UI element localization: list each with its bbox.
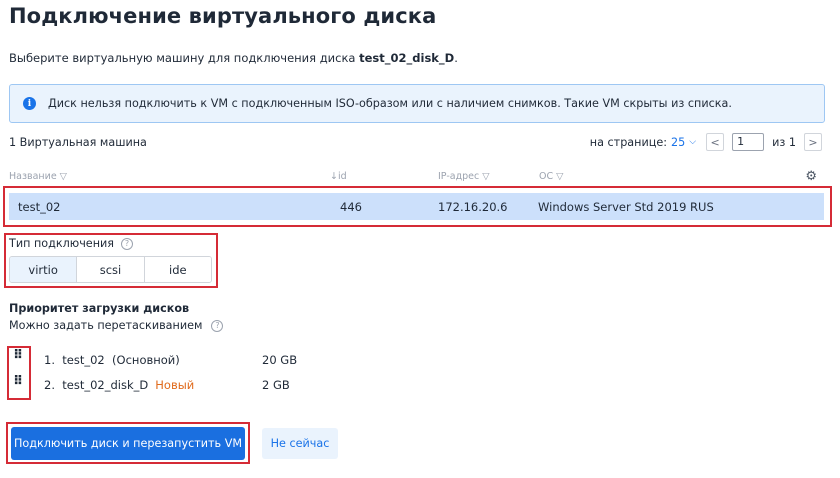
connection-type-text: Тип подключения xyxy=(9,237,115,250)
column-header-name[interactable]: Название ▽ xyxy=(9,171,67,182)
boot-priority-title: Приоритет загрузки дисков xyxy=(9,302,190,315)
cell-ip: 172.16.20.6 xyxy=(438,200,508,214)
pagination: на странице: 25 ⌵ < 1 из 1 > xyxy=(590,133,822,151)
gear-icon[interactable]: ⚙ xyxy=(805,169,817,184)
column-header-ip[interactable]: IP-адрес ▽ xyxy=(438,171,490,182)
drag-handle-icon[interactable]: ⠿ xyxy=(13,349,23,362)
drag-handle-icon[interactable]: ⠿ xyxy=(13,375,23,388)
connection-type-segmented: virtio scsi ide xyxy=(9,256,212,283)
boot-priority-hint-text: Можно задать перетаскиванием xyxy=(9,319,203,332)
page-subtitle: Выберите виртуальную машину для подключе… xyxy=(9,51,458,65)
prev-page-button[interactable]: < xyxy=(706,133,725,151)
disk-label: 2. test_02_disk_D xyxy=(44,378,149,392)
info-icon: i xyxy=(23,97,36,110)
next-page-button[interactable]: > xyxy=(804,133,822,151)
cell-id: 446 xyxy=(340,200,362,214)
connection-option-virtio[interactable]: virtio xyxy=(10,257,78,282)
subtitle-suffix: . xyxy=(454,51,458,65)
alert-text: Диск нельзя подключить к VM с подключенн… xyxy=(48,97,732,110)
attach-disk-restart-button[interactable]: Подключить диск и перезапустить VM xyxy=(11,427,245,460)
connection-type-label: Тип подключения ? xyxy=(9,237,134,250)
chevron-down-icon[interactable]: ⌵ xyxy=(689,137,696,147)
page-number-input[interactable]: 1 xyxy=(732,133,765,151)
help-icon[interactable]: ? xyxy=(211,319,224,332)
disk-label: 1. test_02 (Основной) xyxy=(44,353,180,367)
connection-option-scsi[interactable]: scsi xyxy=(77,257,145,282)
disk-item: 1. test_02 (Основной) xyxy=(44,353,180,367)
page-total: из 1 xyxy=(772,135,796,149)
subtitle-prefix: Выберите виртуальную машину для подключе… xyxy=(9,51,360,65)
new-badge: Новый xyxy=(155,378,195,392)
subtitle-disk-name: test_02_disk_D xyxy=(359,51,455,65)
table-row[interactable]: test_02 446 172.16.20.6 Windows Server S… xyxy=(9,193,824,220)
connection-option-ide[interactable]: ide xyxy=(144,257,211,282)
disk-size: 2 GB xyxy=(262,378,290,392)
column-header-id[interactable]: ↓id xyxy=(330,171,347,182)
not-now-button[interactable]: Не сейчас xyxy=(262,428,338,459)
cell-name: test_02 xyxy=(18,200,61,214)
disk-size: 20 GB xyxy=(262,353,298,367)
cell-os: Windows Server Std 2019 RUS xyxy=(538,200,714,214)
help-icon[interactable]: ? xyxy=(121,237,134,250)
column-header-os[interactable]: ОС ▽ xyxy=(539,171,563,182)
table-header: Название ▽ ↓id IP-адрес ▽ ОС ▽ ⚙ xyxy=(9,166,825,188)
info-alert: i Диск нельзя подключить к VM с подключе… xyxy=(9,84,825,123)
boot-priority-hint: Можно задать перетаскиванием ? xyxy=(9,319,224,332)
page-title: Подключение виртуального диска xyxy=(9,4,437,28)
disk-item: 2. test_02_disk_D Новый xyxy=(44,378,194,392)
per-page-label: на странице: xyxy=(589,135,668,149)
per-page-select[interactable]: 25 xyxy=(671,136,685,149)
vm-count: 1 Виртуальная машина xyxy=(9,136,147,149)
